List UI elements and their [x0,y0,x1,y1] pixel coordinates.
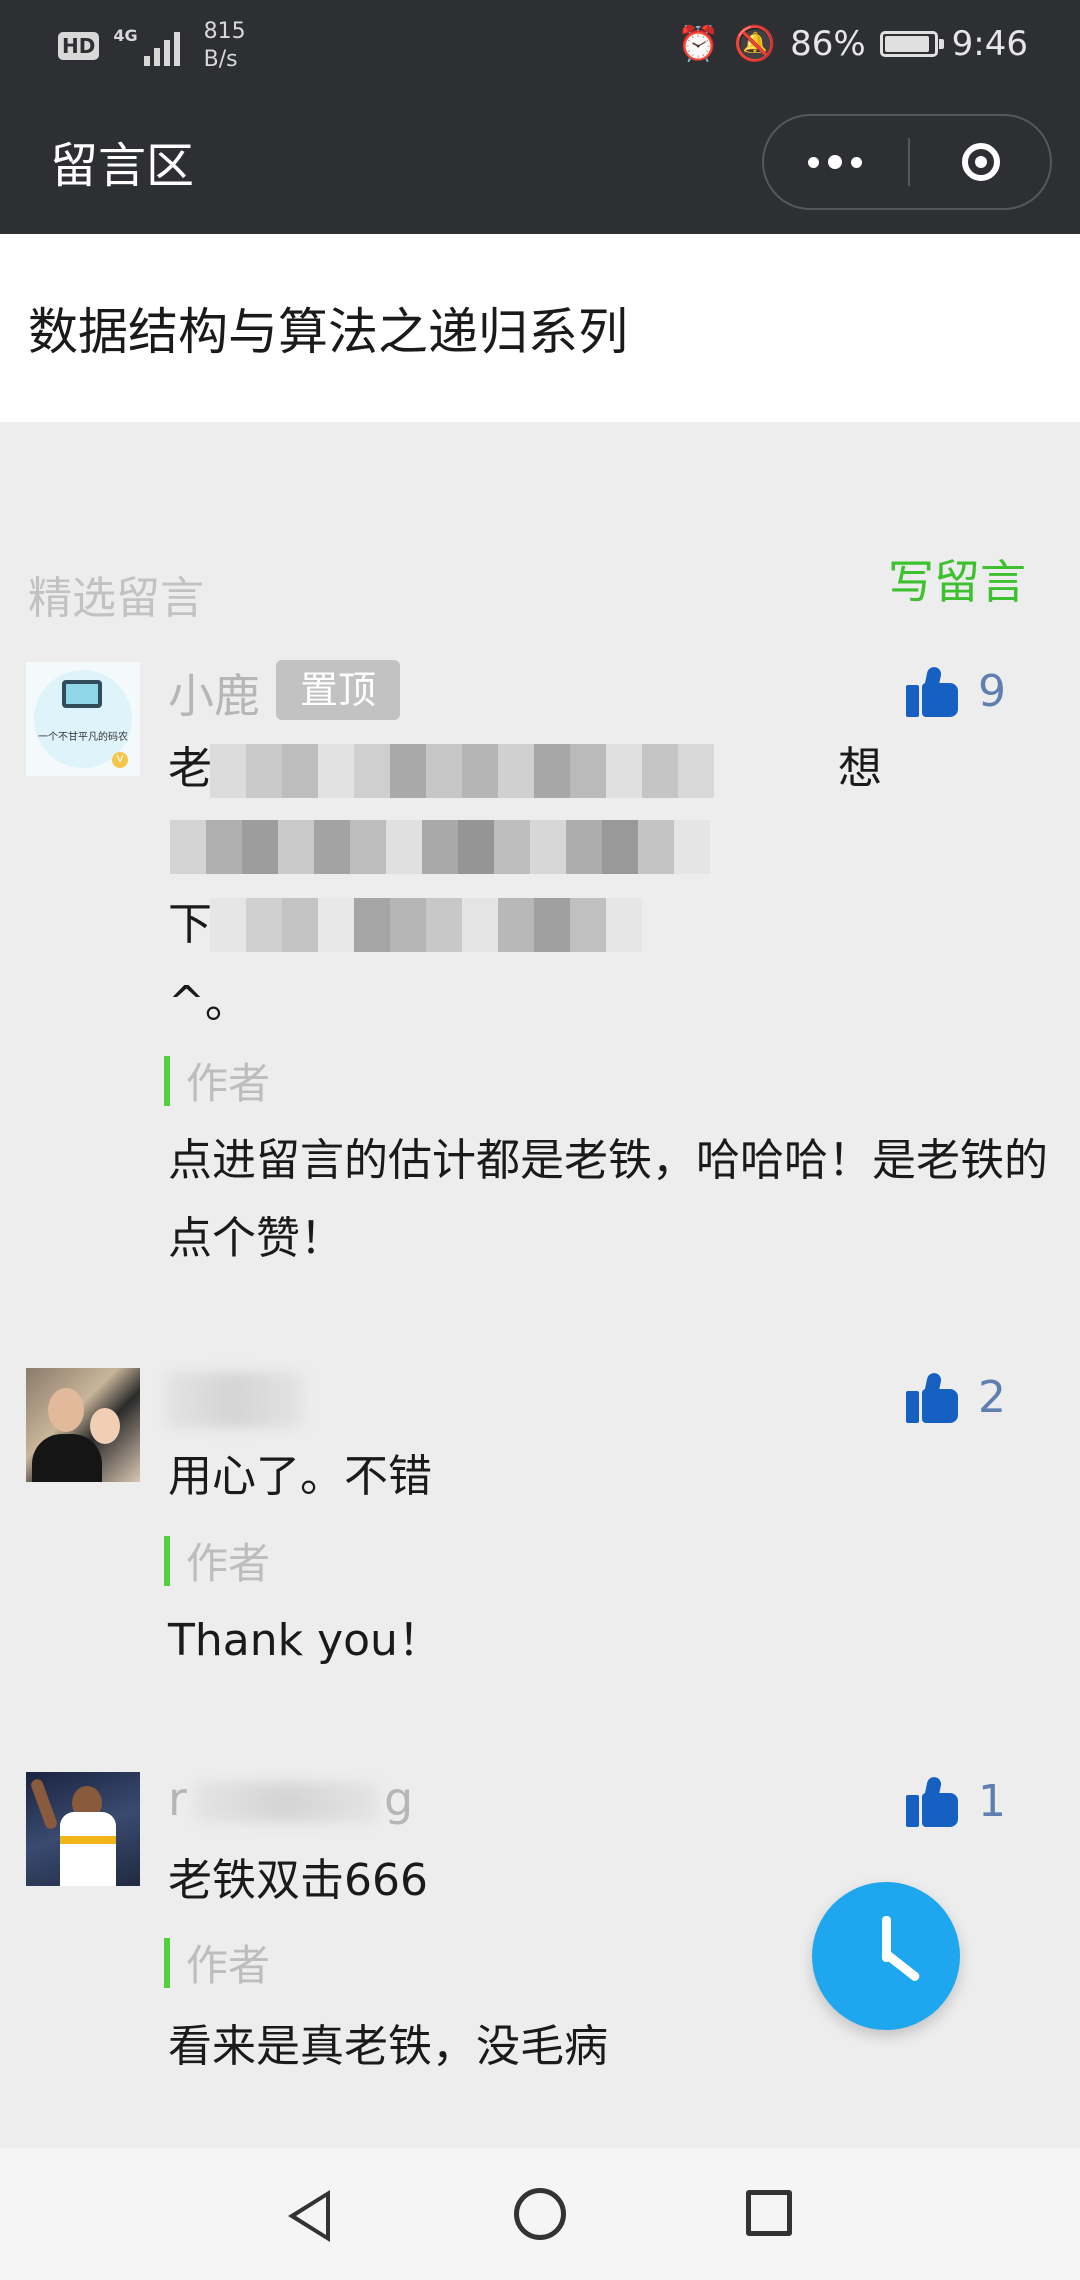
pixelated-text [210,744,714,798]
page-title: 留言区 [50,138,195,194]
author-accent-bar [164,1535,170,1586]
commenter-name: 小鹿 [168,669,260,723]
pixelated-text [170,820,710,874]
article-title[interactable]: 数据结构与算法之递归系列 [28,292,628,364]
pinned-badge: 置顶 [276,660,400,720]
close-miniprogram-button[interactable] [910,116,1052,208]
like-count: 1 [978,1776,1006,1827]
more-icon [808,156,819,168]
like-button[interactable]: 2 [906,1371,1006,1423]
author-reply-text: Thank you！ [168,1615,442,1666]
author-accent-bar [164,1937,170,1988]
miniprogram-capsule [762,114,1052,210]
home-circle-icon[interactable] [514,2188,566,2240]
comment-text-line4: ^。 [168,977,249,1028]
signal-icon: 4G [113,26,180,66]
author-label: 作者 [186,1059,271,1108]
author-accent-bar [164,1055,170,1106]
mute-icon: 🔕 [733,24,777,64]
history-button[interactable] [812,1882,960,2030]
author-reply-label: 作者 [164,1050,270,1111]
comment-text-line3: 下 [168,899,212,950]
battery-icon [879,31,944,57]
thumb-up-icon [906,1775,958,1827]
thumb-up-icon [906,665,958,717]
speed-value: 815 [203,19,246,44]
like-count: 9 [978,666,1006,717]
blurred-name [164,1372,304,1428]
monitor-icon [62,680,102,708]
like-button[interactable]: 9 [906,665,1006,717]
author-reply-text: 点进留言的估计都是老铁，哈哈哈！是老铁的点个赞！ [168,1135,1048,1264]
author-label: 作者 [186,1941,271,1990]
battery-percent: 86% [790,24,866,64]
author-label: 作者 [186,1539,271,1588]
verified-icon: V [112,752,128,768]
alarm-icon: ⏰ [677,24,720,64]
avatar-caption: 一个不甘平凡的码农 [38,732,128,743]
like-count: 2 [978,1372,1006,1423]
clock-time: 9:46 [951,24,1028,64]
pixelated-text [210,898,642,952]
target-icon [962,143,1000,181]
comment-text-end: 想 [838,743,882,794]
network-type: 4G [113,26,138,45]
avatar[interactable]: 一个不甘平凡的码农 V [26,662,140,776]
author-reply-label: 作者 [164,1932,270,1993]
system-nav-bar [0,2148,1080,2280]
author-reply-label: 作者 [164,1530,270,1591]
name-start: r [168,1772,187,1826]
comment-text-start: 老 [168,743,212,794]
write-comment-button[interactable]: 写留言 [888,546,1026,612]
featured-comments-label: 精选留言 [28,573,204,624]
status-bar: HD 4G 815 B/s ⏰ 🔕 86% 9:46 [0,0,1080,92]
speed-unit: B/s [203,47,238,72]
comment-text: 用心了。不错 [168,1451,432,1502]
hd-icon: HD [58,32,100,60]
thumb-up-icon [906,1371,958,1423]
network-speed: 815 B/s [204,18,246,74]
recents-square-icon[interactable] [746,2190,792,2236]
article-header: 数据结构与算法之递归系列 [0,234,1080,422]
name-end: g [384,1772,414,1826]
back-triangle-icon[interactable] [288,2190,330,2242]
like-button[interactable]: 1 [906,1775,1006,1827]
avatar[interactable] [26,1368,140,1482]
more-button[interactable] [764,116,906,208]
avatar[interactable] [26,1772,140,1886]
nav-bar: 留言区 [0,92,1080,234]
blurred-name [194,1782,378,1822]
